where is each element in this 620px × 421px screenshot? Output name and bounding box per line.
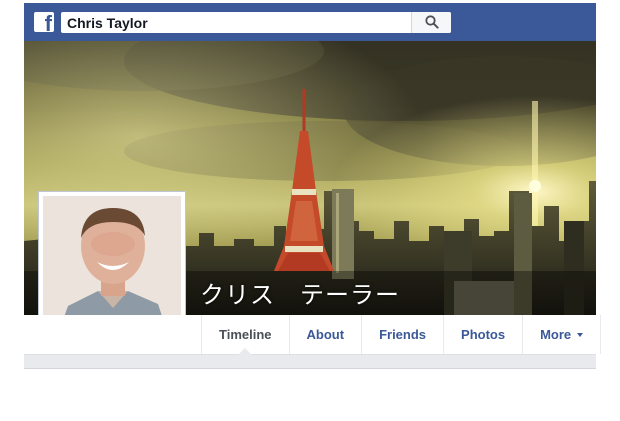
tab-label: About [306, 327, 345, 342]
search-box [61, 12, 451, 33]
tab-label: Friends [379, 327, 427, 342]
tab-friends[interactable]: Friends [361, 315, 443, 354]
search-input[interactable] [61, 12, 410, 33]
facebook-logo-icon[interactable]: f [34, 12, 54, 32]
tab-label: Timeline [219, 327, 272, 342]
tab-timeline[interactable]: Timeline [201, 315, 289, 355]
tab-photos[interactable]: Photos [443, 315, 522, 354]
search-button[interactable] [411, 12, 451, 33]
tab-about[interactable]: About [288, 315, 362, 354]
person-photo-icon [43, 196, 181, 334]
tab-more[interactable]: More [522, 315, 602, 354]
top-navigation-bar: f [24, 3, 596, 41]
search-icon [425, 15, 439, 29]
profile-tabs: Timeline About Friends Photos More [201, 315, 602, 355]
tab-label: More [540, 327, 572, 342]
profile-name-heading: クリス テーラー [200, 281, 400, 309]
avatar [43, 196, 181, 334]
profile-tab-bar: Timeline About Friends Photos More [24, 315, 602, 355]
tab-label: Photos [461, 327, 506, 342]
content-area-strip [24, 355, 596, 369]
dropdown-arrow-icon [577, 332, 584, 337]
